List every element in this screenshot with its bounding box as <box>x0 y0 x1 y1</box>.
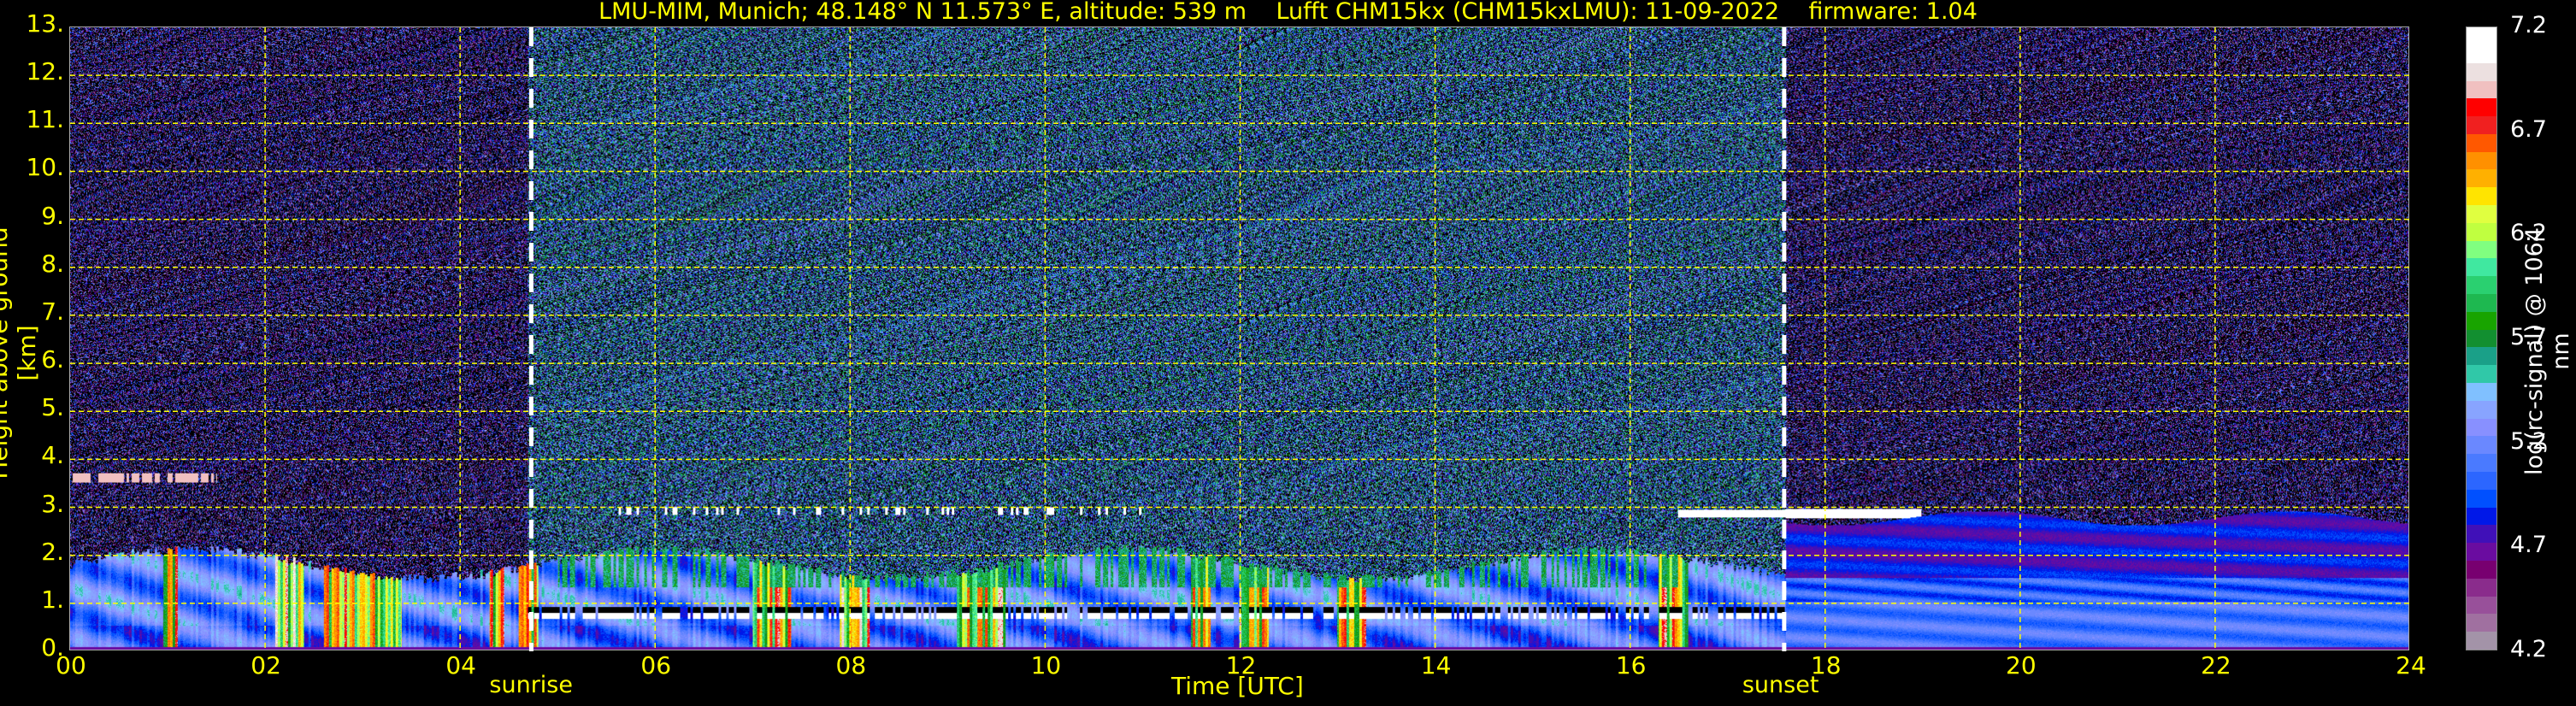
y-tick-label: 13. <box>26 9 64 38</box>
colorbar-band <box>2467 62 2496 81</box>
colorbar <box>2466 26 2497 650</box>
colorbar-band <box>2467 472 2496 490</box>
colorbar-band <box>2467 400 2496 419</box>
y-axis-label: Height above ground [km] <box>0 227 41 479</box>
colorbar-band <box>2467 258 2496 277</box>
colorbar-band <box>2467 365 2496 384</box>
colorbar-band <box>2467 489 2496 508</box>
colorbar-band <box>2467 614 2496 632</box>
x-tick-label: 14 <box>1420 651 1452 680</box>
y-tick-label: 10. <box>26 153 64 182</box>
x-tick-label: 06 <box>640 651 672 680</box>
x-tick-label: 20 <box>2006 651 2037 680</box>
colorbar-tick-label: 7.2 <box>2510 12 2547 38</box>
plot-area <box>69 26 2410 651</box>
x-tick-label: 02 <box>251 651 281 680</box>
x-tick-label: 22 <box>2201 651 2231 680</box>
colorbar-tick-label: 6.7 <box>2510 115 2547 143</box>
x-tick-label: 10 <box>1030 651 1062 680</box>
colorbar-band <box>2467 151 2496 170</box>
colorbar-band <box>2467 133 2496 152</box>
x-tick-label: 00 <box>56 651 86 680</box>
colorbar-band <box>2467 205 2496 223</box>
colorbar-band <box>2467 578 2496 597</box>
colorbar-band <box>2467 222 2496 241</box>
x-tick-label: 16 <box>1615 651 1647 680</box>
colorbar-band <box>2467 454 2496 473</box>
y-tick-label: 2. <box>41 537 64 566</box>
x-tick-label: 08 <box>835 651 867 680</box>
x-tick-label: 24 <box>2396 651 2426 680</box>
colorbar-band <box>2467 98 2496 117</box>
colorbar-band <box>2467 418 2496 437</box>
grid-overlay <box>70 27 2410 651</box>
y-tick-label: 1. <box>41 585 64 614</box>
colorbar-band <box>2467 169 2496 188</box>
colorbar-band <box>2467 561 2496 579</box>
y-tick-label: 11. <box>26 105 64 134</box>
colorbar-band <box>2467 507 2496 526</box>
chart-title: LMU-MIM, Munich; 48.148° N 11.573° E, al… <box>598 0 1978 25</box>
colorbar-band <box>2467 436 2496 455</box>
colorbar-band <box>2467 276 2496 295</box>
colorbar-band <box>2467 543 2496 562</box>
x-tick-label: 04 <box>445 651 476 680</box>
colorbar-band <box>2467 187 2496 206</box>
colorbar-label: log(rc-signal) @ 1064 nm <box>2521 227 2574 476</box>
colorbar-tick-label: 4.7 <box>2510 532 2547 559</box>
colorbar-band <box>2467 240 2496 259</box>
colorbar-band <box>2467 80 2496 99</box>
colorbar-band <box>2467 347 2496 366</box>
sunset-label: sunset <box>1742 672 1819 698</box>
x-axis-label: Time [UTC] <box>1171 672 1304 700</box>
colorbar-band <box>2467 525 2496 544</box>
y-tick-label: 12. <box>26 57 64 86</box>
colorbar-band <box>2467 27 2496 45</box>
colorbar-tick-label: 4.2 <box>2510 636 2547 662</box>
colorbar-band <box>2467 294 2496 312</box>
colorbar-band <box>2467 311 2496 330</box>
colorbar-band <box>2467 44 2496 63</box>
sunrise-label: sunrise <box>489 672 573 698</box>
colorbar-band <box>2467 329 2496 348</box>
colorbar-band <box>2467 116 2496 134</box>
colorbar-band <box>2467 596 2496 615</box>
colorbar-band <box>2467 383 2496 401</box>
colorbar-band <box>2467 632 2496 650</box>
